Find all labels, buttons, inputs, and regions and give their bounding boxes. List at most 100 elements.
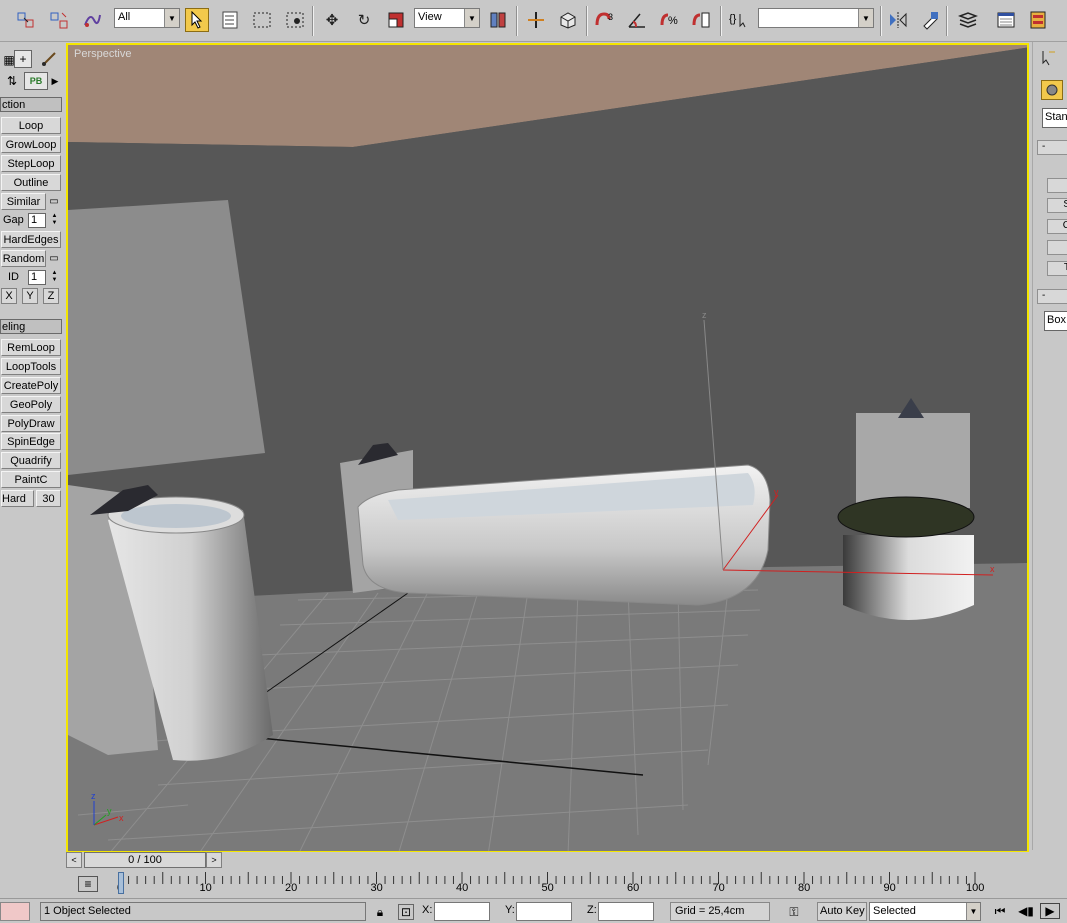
loop-button[interactable]: Loop (1, 117, 61, 134)
selection-filter-value: All (118, 11, 131, 23)
track-tick-label: 100 (966, 882, 985, 894)
absolute-mode-icon[interactable]: ⊡ (398, 904, 414, 920)
chevron-down-icon: ▼ (164, 9, 179, 27)
schematic-view-icon[interactable] (1026, 8, 1050, 32)
time-cursor[interactable] (118, 872, 124, 894)
named-selection-icon[interactable]: {} (728, 8, 752, 32)
create-button-s[interactable]: S (1047, 198, 1067, 213)
track-bar[interactable]: ≡ 0102030405060708090100 (66, 870, 1029, 898)
viewport-label[interactable]: Perspective (74, 48, 131, 60)
pb-icon[interactable]: PB (24, 72, 48, 90)
maxscript-listener[interactable] (0, 902, 30, 921)
pivot-icon[interactable] (486, 8, 510, 32)
select-by-name-icon[interactable] (219, 8, 243, 32)
modeling-rollout-header[interactable]: eling (0, 319, 62, 334)
keyboard-shortcut-icon[interactable] (556, 8, 580, 32)
chevron-right-icon[interactable]: ▶ (50, 72, 60, 90)
settings-box-icon[interactable]: ▭ (47, 251, 61, 265)
key-filter-dropdown[interactable]: Selected ▼ (869, 902, 981, 921)
settings-box-icon[interactable]: ▭ (47, 194, 61, 208)
hard-value-button[interactable]: 30 (36, 490, 61, 507)
similar-button[interactable]: Similar (1, 193, 46, 210)
create-button-1[interactable] (1047, 178, 1067, 193)
coord-system-dropdown[interactable]: View ▼ (414, 8, 480, 28)
rotate-icon[interactable]: ↻ (352, 8, 376, 32)
name-color-rollout[interactable]: - (1037, 289, 1067, 304)
named-selection-dropdown[interactable]: ▼ (758, 8, 874, 28)
axis-x-button[interactable]: X (1, 288, 17, 304)
spinner-arrows-icon[interactable]: ▲ ▼ (50, 270, 59, 285)
selection-rollout-header[interactable]: ction (0, 97, 62, 112)
paint-c-button[interactable]: PaintC (1, 471, 61, 488)
geometry-sphere-icon[interactable] (1041, 80, 1063, 100)
key-icon[interactable]: ⚿ (780, 904, 808, 920)
spin-edge-button[interactable]: SpinEdge (1, 433, 61, 450)
percent-snap-icon[interactable]: % (658, 8, 682, 32)
time-prev-button[interactable]: < (66, 852, 82, 868)
gizmo-y-label: y (774, 487, 779, 497)
standard-primitives-field[interactable]: Stan (1042, 108, 1067, 128)
goto-start-icon[interactable]: ⏮︎ (990, 903, 1010, 919)
rem-loop-button[interactable]: RemLoop (1, 339, 61, 356)
time-slider-thumb[interactable]: 0 / 100 (84, 852, 206, 868)
axis-z-button[interactable]: Z (43, 288, 59, 304)
bind-space-warp-icon[interactable] (80, 8, 104, 32)
snap-3d-icon[interactable]: 3 (593, 8, 617, 32)
selection-filter-dropdown[interactable]: All ▼ (114, 8, 180, 28)
object-name-field[interactable]: Box (1044, 311, 1067, 331)
track-view-icon[interactable]: ≡ (78, 876, 98, 892)
outline-button[interactable]: Outline (1, 174, 61, 191)
rect-region-icon[interactable] (250, 8, 274, 32)
quadrify-button[interactable]: Quadrify (1, 452, 61, 469)
manipulate-icon[interactable] (524, 8, 548, 32)
quadrify-label: Quadrify (10, 454, 52, 467)
create-button-c[interactable]: C (1047, 219, 1067, 234)
id-field[interactable]: 1 (28, 270, 46, 285)
layer-manager-icon[interactable] (956, 8, 980, 32)
angle-snap-icon[interactable] (625, 8, 649, 32)
scale-icon[interactable] (384, 8, 408, 32)
spin-edge-label: SpinEdge (7, 435, 55, 448)
create-poly-button[interactable]: CreatePoly (1, 377, 61, 394)
auto-key-button[interactable]: Auto Key (817, 902, 867, 921)
z-coordinate-field[interactable] (598, 902, 654, 921)
x-coordinate-field[interactable] (434, 902, 490, 921)
spinner-arrows-icon[interactable]: ▲ ▼ (50, 213, 59, 228)
swap-icon[interactable]: ⇅ (2, 72, 22, 90)
gap-field[interactable]: 1 (28, 213, 46, 228)
paint-brush-icon[interactable] (38, 50, 60, 68)
geo-poly-button[interactable]: GeoPoly (1, 396, 61, 413)
lock-icon[interactable]: 🔒︎ (372, 904, 388, 920)
next-arrow-label: > (211, 855, 217, 865)
perspective-viewport[interactable]: x y z x y z Perspective (66, 43, 1029, 853)
mirror-icon[interactable] (886, 8, 910, 32)
status-bar: 1 Object Selected 🔒︎ ⊡ X: Y: Z: Grid = 2… (0, 898, 1067, 923)
curve-editor-icon[interactable] (994, 8, 1018, 32)
plus-icon[interactable]: + (14, 50, 32, 68)
random-button[interactable]: Random (1, 250, 46, 267)
select-link-icon[interactable] (14, 8, 38, 32)
loop-tools-button[interactable]: LoopTools (1, 358, 61, 375)
y-coordinate-field[interactable] (516, 902, 572, 921)
object-type-rollout[interactable]: - (1037, 140, 1067, 155)
move-icon[interactable]: ✥ (320, 8, 344, 32)
time-next-button[interactable]: > (206, 852, 222, 868)
spinner-snap-icon[interactable] (690, 8, 714, 32)
step-loop-button[interactable]: StepLoop (1, 155, 61, 172)
create-pointer-icon[interactable] (1037, 48, 1059, 68)
poly-draw-button[interactable]: PolyDraw (1, 415, 61, 432)
axis-y-button[interactable]: Y (22, 288, 38, 304)
create-button-t[interactable]: T (1047, 261, 1067, 276)
align-icon[interactable] (918, 8, 942, 32)
unlink-icon[interactable] (47, 8, 71, 32)
hard-button[interactable]: Hard (1, 490, 34, 507)
prev-frame-icon[interactable]: ◀▮ (1016, 903, 1036, 919)
select-object-icon[interactable] (185, 8, 209, 32)
main-toolbar: All ▼ ✥ ↻ View ▼ 3 % {} ▼ (0, 0, 1067, 42)
create-button-4[interactable] (1047, 240, 1067, 255)
hard-edges-button[interactable]: HardEdges (1, 231, 61, 248)
grow-loop-button[interactable]: GrowLoop (1, 136, 61, 153)
play-icon[interactable]: ▶ (1040, 903, 1060, 919)
toilet-tank (856, 413, 970, 508)
window-crossing-icon[interactable] (283, 8, 307, 32)
